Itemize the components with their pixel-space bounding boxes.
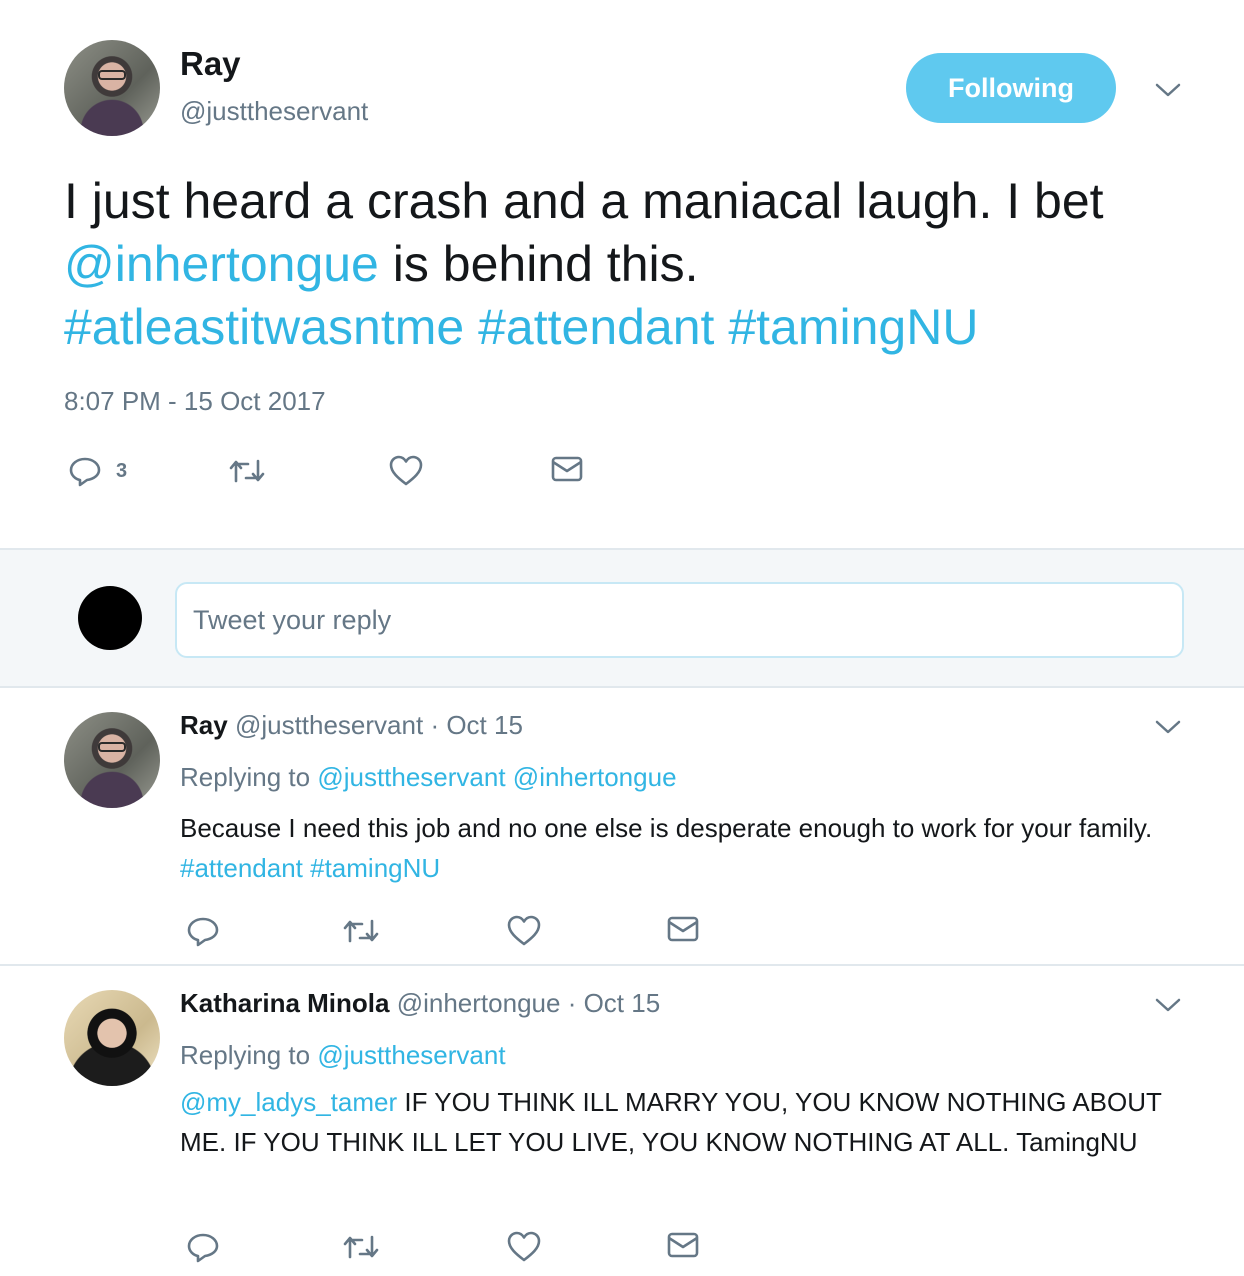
retweet-button[interactable]	[342, 1230, 380, 1264]
reply-author-handle[interactable]: @inhertongue	[397, 988, 561, 1018]
reply-body-text: Because I need this job and no one else …	[180, 813, 1160, 843]
reply-date[interactable]: · Oct 15	[568, 988, 660, 1018]
chevron-down-icon[interactable]	[1153, 712, 1183, 742]
reply-avatar[interactable]	[64, 990, 160, 1086]
tweet-text-part: is behind this.	[378, 236, 699, 292]
message-icon	[551, 456, 583, 482]
message-button[interactable]	[666, 914, 700, 944]
replying-to: Replying to @justtheservant	[180, 1040, 506, 1071]
mention-link[interactable]: @inhertongue	[64, 236, 379, 292]
message-icon	[667, 916, 699, 942]
replying-to-mentions[interactable]: @justtheservant @inhertongue	[317, 762, 676, 792]
following-button[interactable]: Following	[906, 53, 1116, 123]
hashtag-link[interactable]: #attendant #tamingNU	[180, 853, 440, 883]
tweet-actions: 3	[68, 454, 588, 488]
reply-input[interactable]	[175, 582, 1184, 658]
reply-icon	[187, 1233, 219, 1263]
like-button[interactable]	[388, 454, 424, 488]
author-handle[interactable]: @justtheservant	[180, 96, 368, 127]
like-icon	[507, 1231, 541, 1262]
message-button[interactable]	[550, 454, 584, 484]
hashtag-link[interactable]: #atleastitwasntme	[64, 299, 464, 355]
author-avatar[interactable]	[64, 40, 160, 136]
replying-to-label: Replying to	[180, 1040, 311, 1070]
reply-text: Because I need this job and no one else …	[180, 808, 1180, 888]
reply-actions	[186, 914, 706, 948]
chevron-down-icon[interactable]	[1153, 990, 1183, 1020]
replying-to-mentions[interactable]: @justtheservant	[317, 1040, 505, 1070]
reply-author-name[interactable]: Ray	[180, 710, 228, 740]
main-tweet: Ray @justtheservant Following I just hea…	[0, 0, 1244, 548]
retweet-icon	[229, 459, 265, 483]
reply-tweet[interactable]: Katharina Minola @inhertongue · Oct 15 R…	[0, 966, 1244, 1276]
retweet-button[interactable]	[342, 914, 380, 948]
like-button[interactable]	[506, 914, 542, 948]
reply-button[interactable]	[186, 914, 220, 948]
reply-author-handle[interactable]: @justtheservant	[235, 710, 423, 740]
reply-date[interactable]: · Oct 15	[430, 710, 522, 740]
message-button[interactable]	[666, 1230, 700, 1260]
replying-to-label: Replying to	[180, 762, 311, 792]
replying-to: Replying to @justtheservant @inhertongue	[180, 762, 677, 793]
retweet-button[interactable]	[228, 454, 266, 488]
tweet-text: I just heard a crash and a maniacal laug…	[64, 170, 1184, 359]
reply-icon	[69, 457, 101, 487]
like-icon	[507, 915, 541, 946]
reply-icon	[187, 917, 219, 947]
reply-count: 3	[116, 459, 128, 482]
reply-actions	[186, 1230, 706, 1264]
reply-button[interactable]	[186, 1230, 220, 1264]
chevron-down-icon[interactable]	[1153, 75, 1183, 105]
reply-composer	[0, 548, 1244, 688]
reply-author-name[interactable]: Katharina Minola	[180, 988, 389, 1018]
reply-header: Katharina Minola @inhertongue · Oct 15	[180, 988, 660, 1019]
like-button[interactable]	[506, 1230, 542, 1264]
tweet-text-part: I just heard a crash and a maniacal laug…	[64, 173, 1118, 229]
hashtag-link[interactable]: #tamingNU	[728, 299, 978, 355]
current-user-avatar[interactable]	[78, 586, 142, 650]
retweet-icon	[343, 1235, 379, 1259]
reply-button[interactable]: 3	[68, 454, 127, 488]
reply-avatar[interactable]	[64, 712, 160, 808]
hashtag-link[interactable]: #attendant	[478, 299, 714, 355]
retweet-icon	[343, 919, 379, 943]
tweet-timestamp[interactable]: 8:07 PM - 15 Oct 2017	[64, 386, 326, 417]
like-icon	[389, 455, 423, 486]
reply-text: @my_ladys_tamer IF YOU THINK ILL MARRY Y…	[180, 1082, 1180, 1162]
author-name[interactable]: Ray	[180, 45, 241, 83]
reply-header: Ray @justtheservant · Oct 15	[180, 710, 523, 741]
reply-tweet[interactable]: Ray @justtheservant · Oct 15 Replying to…	[0, 688, 1244, 966]
mention-link[interactable]: @my_ladys_tamer	[180, 1087, 397, 1117]
message-icon	[667, 1232, 699, 1258]
